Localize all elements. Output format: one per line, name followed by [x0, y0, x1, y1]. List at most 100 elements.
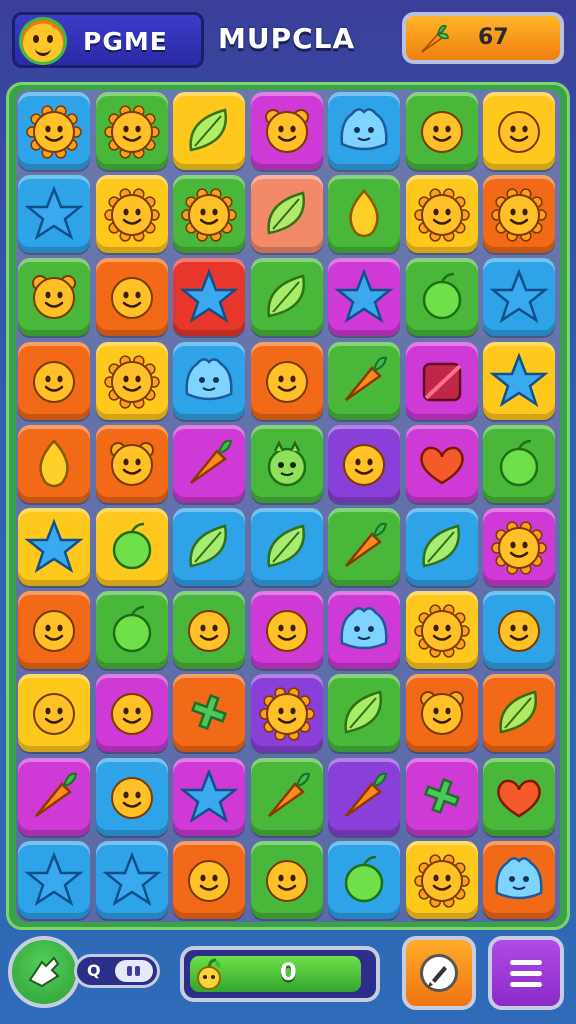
sound-toggle[interactable]: Q [74, 954, 160, 988]
tile-sun[interactable] [250, 674, 323, 753]
tile-bear[interactable] [250, 92, 323, 170]
tile-carrot[interactable] [18, 757, 90, 836]
tile-lime[interactable] [405, 258, 478, 337]
progress-bar: 0 [180, 946, 380, 1002]
tile-carrot[interactable] [328, 341, 400, 420]
tile-face[interactable] [18, 674, 90, 753]
tile-leaf[interactable] [328, 674, 400, 753]
face-icon [265, 360, 308, 403]
tile-star[interactable] [18, 175, 90, 254]
tile-lime[interactable] [328, 840, 400, 919]
tile-sun[interactable] [95, 341, 168, 420]
tile-plus[interactable] [173, 674, 245, 753]
score-display[interactable]: 67 [402, 12, 564, 64]
star-icon [489, 268, 549, 324]
tile-face[interactable] [483, 92, 555, 170]
star-icon [179, 268, 239, 324]
tile-leaf[interactable] [250, 175, 323, 254]
tile-carrot[interactable] [250, 757, 323, 836]
tile-star[interactable] [483, 341, 555, 420]
tile-leaf[interactable] [483, 674, 555, 753]
tile-star[interactable] [95, 840, 168, 919]
tile-star[interactable] [328, 258, 400, 337]
carrot-icon [421, 24, 449, 53]
back-button[interactable] [8, 936, 80, 1008]
sun-icon [491, 188, 547, 242]
tile-face[interactable] [250, 840, 323, 919]
tile-leaf[interactable] [173, 92, 245, 170]
tile-heart[interactable] [483, 757, 555, 836]
tile-face[interactable] [405, 92, 478, 170]
tile-leaf[interactable] [173, 508, 245, 586]
tile-face[interactable] [18, 341, 90, 420]
tile-sun[interactable] [95, 92, 168, 170]
lime-icon [499, 439, 539, 487]
tile-bear[interactable] [405, 674, 478, 753]
tile-sun[interactable] [405, 591, 478, 670]
tile-bear[interactable] [95, 424, 168, 503]
lime-icon [344, 855, 384, 903]
tile-face[interactable] [250, 591, 323, 670]
tile-sun[interactable] [405, 175, 478, 254]
sun-icon [491, 521, 547, 575]
tile-blob[interactable] [173, 341, 245, 420]
tile-face[interactable] [95, 674, 168, 753]
leaf-icon [189, 524, 228, 568]
tile-star[interactable] [18, 840, 90, 919]
tile-face[interactable] [250, 341, 323, 420]
sun-icon [103, 105, 160, 159]
tile-bear[interactable] [18, 258, 90, 337]
tile-drop[interactable] [18, 424, 90, 503]
tile-sun[interactable] [405, 840, 478, 919]
logo-badge[interactable]: PGME [12, 12, 204, 68]
tile-lime[interactable] [95, 591, 168, 670]
tile-drop[interactable] [328, 175, 400, 254]
top-bar: PGME MUPCLA 67 [0, 0, 576, 82]
bottom-bar: Q 0 [0, 930, 576, 1024]
tile-monster[interactable] [250, 424, 323, 503]
leaf-icon [189, 108, 228, 152]
tile-plus[interactable] [405, 757, 478, 836]
tile-sun[interactable] [483, 175, 555, 254]
star-icon [24, 185, 84, 241]
tile-star[interactable] [173, 258, 245, 337]
tile-carrot[interactable] [173, 424, 245, 503]
tile-sun[interactable] [18, 92, 90, 170]
face-icon [33, 360, 75, 403]
brush-icon [420, 954, 458, 992]
tile-blob[interactable] [328, 92, 400, 170]
tile-star[interactable] [18, 508, 90, 586]
tile-square[interactable] [405, 341, 478, 420]
tile-face[interactable] [483, 591, 555, 670]
leaf-icon [344, 690, 383, 734]
leaf-icon [266, 274, 305, 318]
tile-leaf[interactable] [250, 508, 323, 586]
tile-face[interactable] [173, 591, 245, 670]
tile-leaf[interactable] [250, 258, 323, 337]
tile-blob[interactable] [483, 840, 555, 919]
tile-star[interactable] [173, 757, 245, 836]
carrot-icon [267, 772, 310, 817]
tile-carrot[interactable] [328, 508, 400, 586]
tile-blob[interactable] [328, 591, 400, 670]
tile-face[interactable] [95, 757, 168, 836]
carrot-icon [190, 439, 233, 484]
tools-button[interactable] [402, 936, 476, 1010]
carrot-icon [35, 772, 78, 817]
tile-sun[interactable] [95, 175, 168, 254]
tile-face[interactable] [18, 591, 90, 670]
tile-lime[interactable] [95, 508, 168, 586]
tile-leaf[interactable] [405, 508, 478, 586]
tile-lime[interactable] [483, 424, 555, 503]
menu-button[interactable] [488, 936, 564, 1010]
tile-face[interactable] [328, 424, 400, 503]
star-icon [179, 768, 239, 823]
tile-face[interactable] [173, 840, 245, 919]
tile-face[interactable] [95, 258, 168, 337]
tile-carrot[interactable] [328, 757, 400, 836]
tile-sun[interactable] [483, 508, 555, 586]
face-icon [265, 610, 308, 653]
tile-heart[interactable] [405, 424, 478, 503]
tile-sun[interactable] [173, 175, 245, 254]
tile-star[interactable] [483, 258, 555, 337]
